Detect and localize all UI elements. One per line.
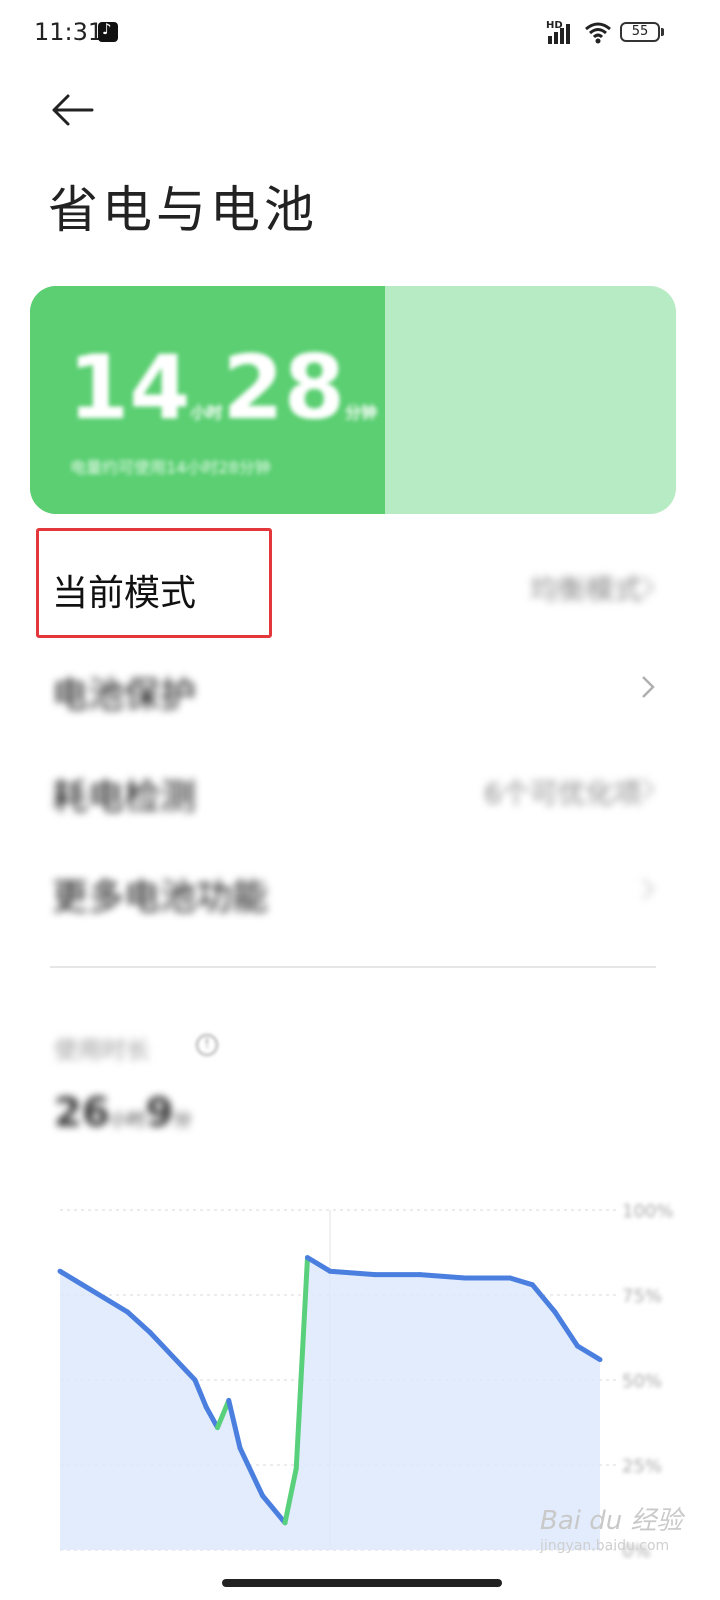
menu-item-battery-protection[interactable]: 电池保护 bbox=[0, 636, 720, 736]
tiktok-notification-icon bbox=[98, 20, 118, 42]
discharge-segment bbox=[327, 1268, 378, 1278]
highlight-box bbox=[36, 528, 272, 638]
back-arrow-icon[interactable] bbox=[48, 86, 96, 134]
y-tick-label: 50% bbox=[622, 1371, 662, 1392]
wifi-icon bbox=[585, 22, 611, 44]
y-tick-label: 100% bbox=[622, 1201, 673, 1222]
chart-area bbox=[60, 1257, 600, 1550]
battery-icon: 55 bbox=[620, 22, 660, 42]
menu-item-value: 均衡模式 bbox=[529, 573, 642, 606]
baidu-watermark-url: jingyan.baidu.com bbox=[540, 1538, 670, 1554]
page-title: 省电与电池 bbox=[48, 181, 318, 239]
chevron-right-icon bbox=[642, 676, 655, 698]
status-time: 11:31 bbox=[34, 18, 104, 46]
battery-card-subtitle: 电量约可使用14小时28分钟 bbox=[70, 458, 271, 477]
chevron-right-icon bbox=[642, 778, 655, 800]
section-divider bbox=[50, 966, 656, 968]
home-indicator[interactable] bbox=[222, 1579, 502, 1587]
usage-minutes-unit: 分 bbox=[173, 1110, 192, 1131]
chevron-right-icon bbox=[642, 878, 655, 900]
discharge-segment bbox=[417, 1272, 468, 1281]
menu-item-label: 耗电检测 bbox=[52, 777, 197, 818]
chevron-right-icon bbox=[642, 576, 655, 598]
menu-item-label: 电池保护 bbox=[52, 675, 197, 716]
battery-remaining-time: 14小时28分钟 bbox=[68, 336, 377, 439]
usage-minutes: 9 bbox=[145, 1090, 174, 1136]
battery-minutes-unit: 分钟 bbox=[344, 403, 377, 422]
usage-duration: 26小时9分 bbox=[54, 1090, 192, 1136]
y-tick-label: 25% bbox=[622, 1456, 662, 1477]
signal-icon bbox=[548, 24, 570, 44]
battery-hours-unit: 小时 bbox=[190, 403, 223, 422]
info-icon[interactable]: ! bbox=[196, 1034, 218, 1056]
menu-item-power-consumption[interactable]: 耗电检测 6个可优化项 bbox=[0, 738, 720, 838]
y-tick-label: 75% bbox=[622, 1286, 662, 1307]
usage-hours: 26 bbox=[54, 1090, 110, 1136]
usage-hours-unit: 小时 bbox=[109, 1110, 146, 1131]
status-bar: 11:31 HD 55 bbox=[0, 0, 720, 66]
baidu-watermark: Bai du 经验 bbox=[540, 1506, 683, 1536]
battery-tip bbox=[661, 28, 664, 36]
battery-status-card[interactable]: 14小时28分钟 电量约可使用14小时28分钟 bbox=[30, 286, 676, 514]
usage-label: 使用时长 bbox=[54, 1036, 150, 1064]
battery-hours: 14 bbox=[68, 336, 191, 439]
menu-item-label: 更多电池功能 bbox=[52, 877, 269, 918]
menu-item-more-battery-features[interactable]: 更多电池功能 bbox=[0, 838, 720, 938]
menu-item-value: 6个可优化项 bbox=[484, 777, 642, 810]
chart-area-fill bbox=[60, 1257, 600, 1550]
battery-minutes: 28 bbox=[222, 336, 345, 439]
